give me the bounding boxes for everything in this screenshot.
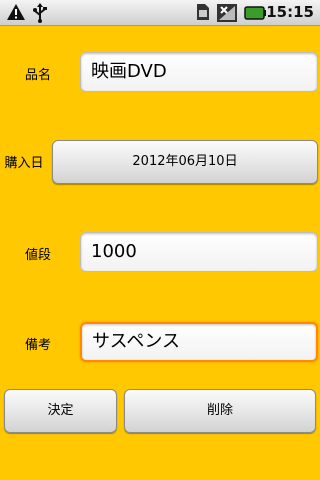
note-label: 備考 — [24, 338, 51, 353]
delete-button[interactable]: 削除 — [124, 389, 316, 433]
battery-icon — [244, 6, 266, 20]
price-field[interactable]: 1000 — [80, 232, 318, 272]
sim-icon — [197, 4, 209, 20]
warning-icon — [7, 4, 25, 20]
status-time: 15:15 — [266, 3, 314, 21]
signal-icon — [217, 4, 237, 22]
note-field[interactable]: サスペンス — [80, 322, 318, 362]
usb-icon — [33, 3, 47, 23]
status-bar: 15:15 — [0, 0, 320, 26]
name-field[interactable]: 映画DVD — [80, 52, 318, 92]
name-label: 品名 — [24, 68, 51, 83]
ok-button[interactable]: 決定 — [4, 389, 117, 433]
date-button[interactable]: 2012年06月10日 — [52, 140, 318, 184]
date-label: 購入日 — [4, 156, 44, 171]
price-label: 値段 — [24, 248, 51, 263]
